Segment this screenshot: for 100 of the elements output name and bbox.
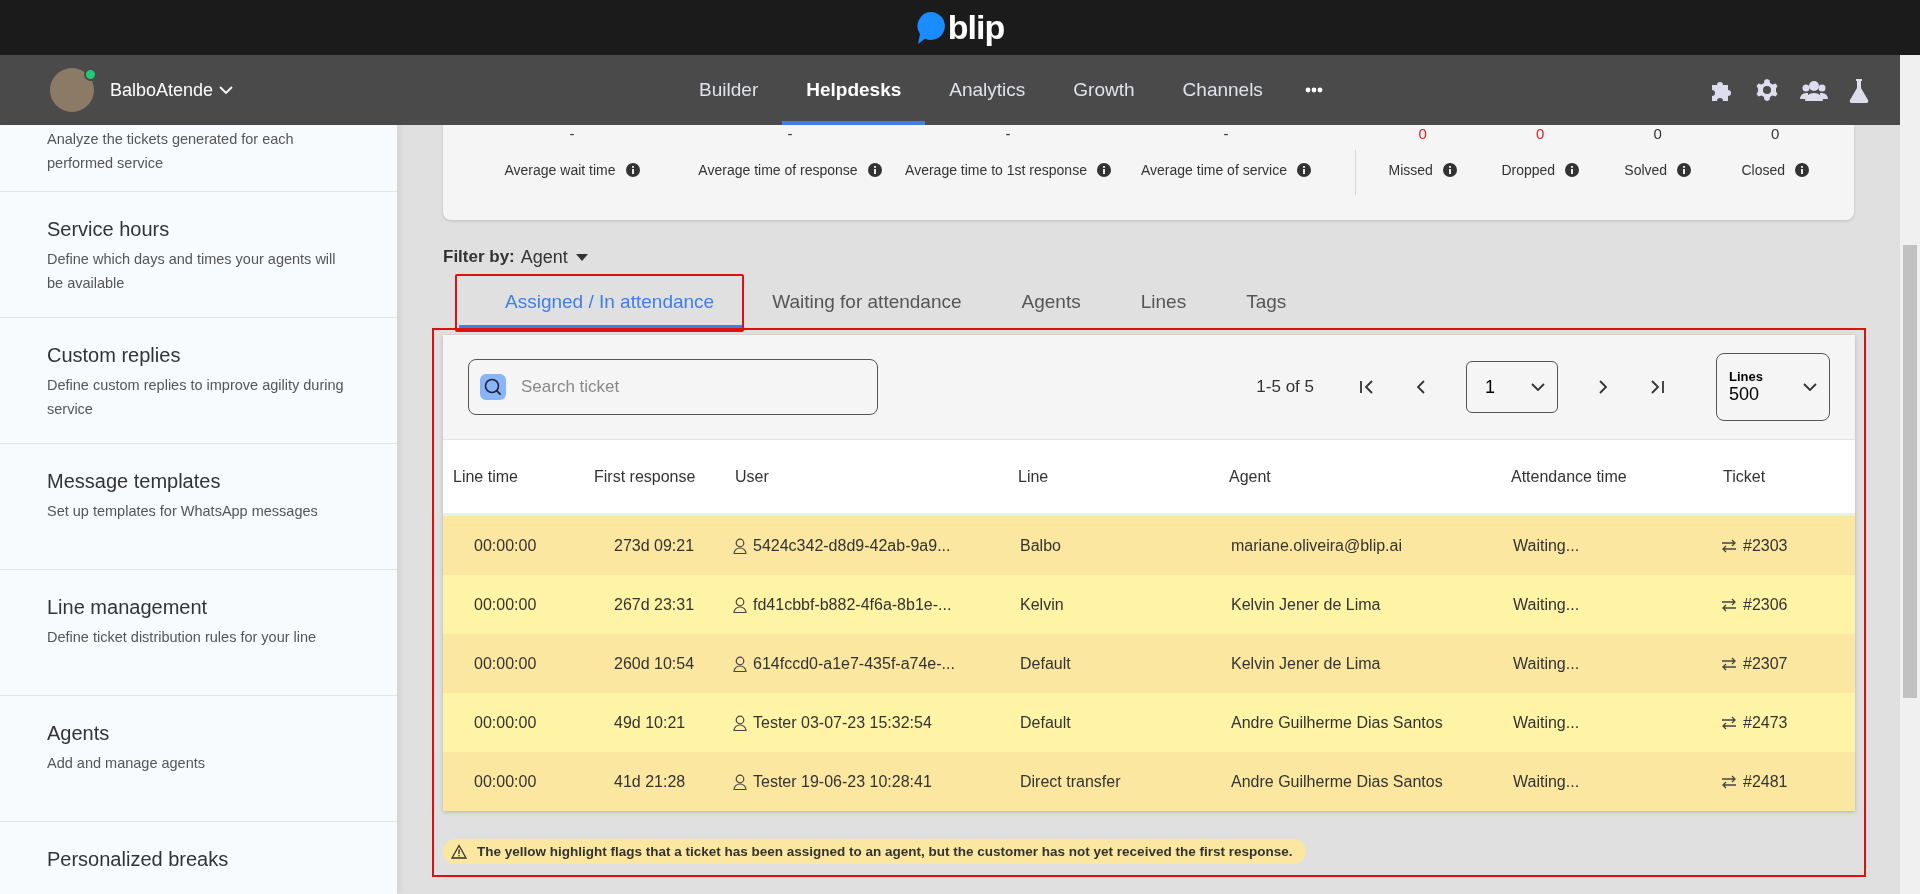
tab[interactable]: Tags	[1216, 278, 1317, 328]
sidebar-item-title: Personalized breaks	[47, 848, 230, 871]
sidebar-item-description: Define which days and times your agents will be available	[47, 250, 337, 293]
stat-label: Average time to 1st response	[905, 161, 1087, 180]
table-cell-text: Waiting...	[1512, 772, 1581, 791]
brand-logo: blip	[947, 8, 1005, 47]
table-cell: #2473	[1743, 713, 1788, 732]
nav-tab[interactable]: Builder	[675, 55, 783, 125]
sidebar-item-description: Define custom replies to improve agility during service	[47, 376, 345, 419]
info-icon	[625, 163, 640, 177]
table-cell-text: 267d 23:31	[613, 595, 696, 614]
table-cell-text: Andre Guilherme Dias Santos	[1230, 772, 1444, 791]
person-icon	[733, 714, 747, 731]
stat-value: -	[787, 125, 793, 143]
pagination-range: 1-5 of 5	[1256, 377, 1314, 397]
column-header: User	[734, 467, 770, 486]
info-icon	[1677, 163, 1692, 177]
more-icon[interactable]	[1304, 87, 1323, 93]
tab[interactable]: Lines	[1110, 278, 1217, 328]
info-icon	[1442, 163, 1457, 177]
table-cell-text: 00:00:00	[473, 536, 538, 555]
stat-label: Average time of response	[698, 161, 858, 180]
table-cell-text: Andre Guilherme Dias Santos	[1230, 713, 1444, 732]
filter-dropdown[interactable]: Agent	[520, 246, 588, 268]
settings-icon[interactable]	[1754, 77, 1780, 103]
flask-icon[interactable]	[1848, 77, 1870, 103]
table-cell: #2481	[1743, 772, 1788, 791]
page-select[interactable]: 1	[1466, 361, 1558, 413]
scrollbar[interactable]	[1900, 55, 1920, 894]
sidebar-item-title: Message templates	[47, 470, 222, 493]
sidebar-item-description: Set up templates for WhatsApp messages	[47, 502, 319, 521]
stat-value: -	[569, 125, 575, 143]
sidebar-item-title: Line management	[47, 596, 209, 619]
stat-label: Closed	[1741, 161, 1786, 180]
tab[interactable]: Agents	[991, 278, 1111, 328]
table-cell-text: 00:00:00	[473, 595, 538, 614]
stat-value: 0	[1771, 125, 1780, 143]
table-cell: 5424c342-d8d9-42ab-9a9...	[753, 536, 951, 555]
table-cell-text: Kelvin	[1019, 595, 1065, 614]
table-cell-text: 49d 10:21	[613, 713, 687, 732]
table-cell: fd41cbbf-b882-4f6a-8b1e-...	[753, 595, 952, 614]
nav-tab[interactable]: Channels	[1158, 55, 1287, 125]
column-header: Agent	[1228, 467, 1272, 486]
table-cell-text: Kelvin Jener de Lima	[1230, 595, 1382, 614]
table-cell-text: Waiting...	[1512, 713, 1581, 732]
table-cell-text: Waiting...	[1512, 595, 1581, 614]
person-icon	[733, 537, 747, 554]
table-cell-text: 00:00:00	[473, 772, 538, 791]
table-row[interactable]: 00:00:00 273d 09:21 5424c342-d8d9-42ab-9a9... Balbo mariane.oliveira@blip.ai Waiting... #2303	[443, 516, 1855, 575]
account-menu-button[interactable]: BalboAtende	[110, 79, 234, 101]
warning-icon	[451, 844, 467, 859]
nav-tab[interactable]: Growth	[1049, 55, 1159, 125]
stat-label: Average wait time	[504, 161, 616, 180]
column-header: Line	[1017, 467, 1050, 486]
speech-bubble-icon	[915, 10, 946, 45]
column-header: Line time	[452, 467, 519, 486]
table-cell-text: Direct transfer	[1019, 772, 1122, 791]
table-cell: #2303	[1743, 536, 1788, 555]
sidebar-item-description: Analyze the tickets generated for each performed service	[47, 130, 295, 173]
stat-value: 0	[1418, 125, 1427, 143]
sidebar-item-title: Custom replies	[47, 344, 182, 367]
search-icon	[480, 374, 506, 400]
stat-value: -	[1005, 125, 1011, 143]
table-cell: 614fccd0-a1e7-435f-a74e-...	[753, 654, 955, 673]
table-cell-text: 260d 10:54	[613, 654, 696, 673]
column-header: First response	[593, 467, 697, 486]
info-icon	[867, 163, 882, 177]
tab[interactable]: Waiting for attendance	[742, 278, 992, 328]
filter-label: Filter by:	[443, 247, 515, 267]
stat-label: Dropped	[1501, 161, 1556, 180]
table-cell-text: Waiting...	[1512, 536, 1581, 555]
table-cell-text: 00:00:00	[473, 654, 538, 673]
table-cell-text: Waiting...	[1512, 654, 1581, 673]
chevron-down-icon	[1531, 382, 1545, 392]
table-row[interactable]: 00:00:00 41d 21:28 Tester 19-06-23 10:28:41 Direct transfer Andre Guilherme Dias Santos Waiting... #2481	[443, 752, 1855, 811]
search-field[interactable]: Search ticket	[468, 359, 878, 415]
info-icon	[1795, 163, 1810, 177]
lines-select[interactable]: Lines 500	[1716, 353, 1830, 421]
info-icon	[1565, 163, 1580, 177]
table-row[interactable]: 00:00:00 260d 10:54 614fccd0-a1e7-435f-a74e-... Default Kelvin Jener de Lima Waiting... #2307	[443, 634, 1855, 693]
sidebar-item-title: Service hours	[47, 218, 171, 241]
table-cell-text: 00:00:00	[473, 713, 538, 732]
table-cell: Tester 03-07-23 15:32:54	[753, 713, 932, 732]
column-header: Attendance time	[1510, 467, 1628, 486]
swap-arrows-icon	[1721, 597, 1737, 612]
table-cell: #2306	[1743, 595, 1788, 614]
nav-tab[interactable]: Analytics	[925, 55, 1050, 125]
scrollbar-thumb[interactable]	[1903, 245, 1917, 698]
table-row[interactable]: 00:00:00 267d 23:31 fd41cbbf-b882-4f6a-8b1e-... Kelvin Kelvin Jener de Lima Waiting... #2306	[443, 575, 1855, 634]
table-cell-text: Default	[1019, 713, 1072, 732]
table-row[interactable]: 00:00:00 49d 10:21 Tester 03-07-23 15:32:54 Default Andre Guilherme Dias Santos Waiting... #2473	[443, 693, 1855, 752]
person-icon	[733, 655, 747, 672]
swap-arrows-icon	[1721, 774, 1737, 789]
sidebar-item-description: Define ticket distribution rules for your line	[47, 628, 318, 647]
stat-label: Missed	[1388, 161, 1433, 180]
stat-value: -	[1223, 125, 1229, 143]
stat-value: 0	[1653, 125, 1662, 143]
table-cell-text: Default	[1019, 654, 1072, 673]
table-cell: #2307	[1743, 654, 1788, 673]
caret-down-icon	[575, 253, 588, 261]
